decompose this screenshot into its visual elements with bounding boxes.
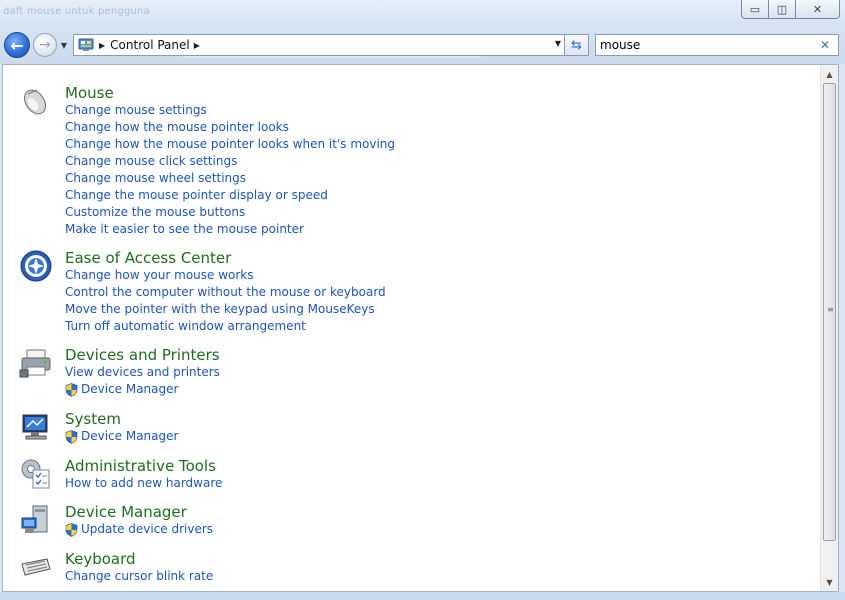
group-title-administrative-tools[interactable]: Administrative Tools	[65, 457, 216, 476]
recent-pages-button[interactable]: ▼	[59, 40, 69, 50]
task-link[interactable]: Change how the mouse pointer looks	[65, 119, 395, 136]
scroll-up-icon: ▲	[826, 69, 833, 79]
search-box[interactable]: ✕	[595, 34, 839, 56]
task-link[interactable]: Update device drivers	[65, 521, 213, 538]
task-link[interactable]: How to add new hardware	[65, 475, 222, 492]
task-link[interactable]: Change mouse settings	[65, 102, 395, 119]
minimize-button[interactable]: ▭	[741, 0, 769, 19]
task-list: Change mouse settings Change how the mou…	[65, 102, 395, 238]
uac-shield-icon	[65, 429, 78, 444]
task-link[interactable]: Change mouse wheel settings	[65, 170, 395, 187]
mouse-icon	[19, 84, 53, 118]
ease-of-access-icon	[19, 249, 53, 283]
vertical-scrollbar[interactable]: ▲ ≡ ▼	[820, 65, 838, 591]
task-link[interactable]: Control the computer without the mouse o…	[65, 284, 386, 301]
scroll-down-icon: ▼	[826, 577, 833, 587]
device-manager-icon	[19, 503, 53, 537]
task-list: Device Manager	[65, 428, 178, 445]
scroll-down-button[interactable]: ▼	[821, 574, 838, 590]
task-link[interactable]: Turn off automatic window arrangement	[65, 318, 386, 335]
task-link[interactable]: Change mouse click settings	[65, 153, 395, 170]
task-list: Change how your mouse works Control the …	[65, 267, 386, 335]
task-list: Change cursor blink rate	[65, 568, 213, 585]
task-list: How to add new hardware	[65, 475, 222, 492]
clear-search-icon[interactable]: ✕	[820, 38, 830, 52]
refresh-button[interactable]: ⇆	[565, 34, 589, 56]
window-chrome: daft mouse untuk pengguna ▭ ◫ ✕ ← → ▼ ▶ …	[0, 0, 845, 64]
chevron-down-icon: ▼	[60, 40, 68, 50]
results-pane: Mouse Change mouse settings Change how t…	[2, 64, 839, 592]
caption-buttons: ▭ ◫ ✕	[741, 0, 840, 19]
group-title-keyboard[interactable]: Keyboard	[65, 550, 136, 569]
minimize-icon: ▭	[749, 2, 761, 16]
group-title-ease-of-access[interactable]: Ease of Access Center	[65, 249, 231, 268]
task-link[interactable]: Make it easier to see the mouse pointer	[65, 221, 395, 238]
close-button[interactable]: ✕	[796, 0, 840, 19]
back-arrow-icon: ←	[10, 35, 24, 55]
control-panel-icon	[77, 37, 95, 53]
system-icon	[19, 410, 53, 444]
restore-icon: ◫	[776, 2, 788, 16]
window-bottom-edge	[0, 592, 845, 600]
uac-shield-icon	[65, 382, 78, 397]
keyboard-icon	[19, 550, 53, 584]
maximize-button[interactable]: ◫	[769, 0, 796, 19]
group-title-system[interactable]: System	[65, 410, 121, 429]
administrative-tools-icon	[19, 457, 53, 491]
forward-arrow-icon: →	[39, 37, 51, 53]
address-bar[interactable]: ▶ Control Panel ▶ ▼	[73, 34, 565, 56]
task-link[interactable]: Customize the mouse buttons	[65, 204, 395, 221]
close-icon: ✕	[812, 2, 823, 16]
devices-printers-icon	[19, 346, 53, 380]
window-caption: daft mouse untuk pengguna	[3, 6, 150, 17]
task-list: View devices and printers Device Manager	[65, 364, 220, 398]
breadcrumb-separator-icon[interactable]: ▶	[99, 41, 105, 50]
group-title-mouse[interactable]: Mouse	[65, 84, 114, 103]
task-link[interactable]: Device Manager	[65, 428, 178, 445]
scroll-up-button[interactable]: ▲	[821, 66, 838, 82]
task-link[interactable]: Change how the mouse pointer looks when …	[65, 136, 395, 153]
grip-icon: ≡	[827, 305, 834, 314]
breadcrumb-control-panel[interactable]: Control Panel	[110, 38, 190, 52]
uac-shield-icon	[65, 522, 78, 537]
breadcrumb-expand-icon[interactable]: ▶	[194, 41, 200, 50]
task-link[interactable]: Change how your mouse works	[65, 267, 386, 284]
task-link[interactable]: Device Manager	[65, 381, 220, 398]
search-input[interactable]	[600, 38, 810, 52]
scroll-thumb[interactable]: ≡	[823, 83, 836, 541]
task-link[interactable]: Change the mouse pointer display or spee…	[65, 187, 395, 204]
task-link[interactable]: Move the pointer with the keypad using M…	[65, 301, 386, 318]
address-dropdown-icon[interactable]: ▼	[555, 39, 561, 48]
search-results: Mouse Change mouse settings Change how t…	[3, 65, 820, 591]
forward-button[interactable]: →	[33, 33, 57, 57]
group-title-device-manager[interactable]: Device Manager	[65, 503, 187, 522]
task-link[interactable]: Change cursor blink rate	[65, 568, 213, 585]
refresh-icon: ⇆	[571, 37, 582, 53]
back-button[interactable]: ←	[4, 32, 30, 58]
group-title-devices-printers[interactable]: Devices and Printers	[65, 346, 220, 365]
task-list: Update device drivers	[65, 521, 213, 538]
task-link[interactable]: View devices and printers	[65, 364, 220, 381]
